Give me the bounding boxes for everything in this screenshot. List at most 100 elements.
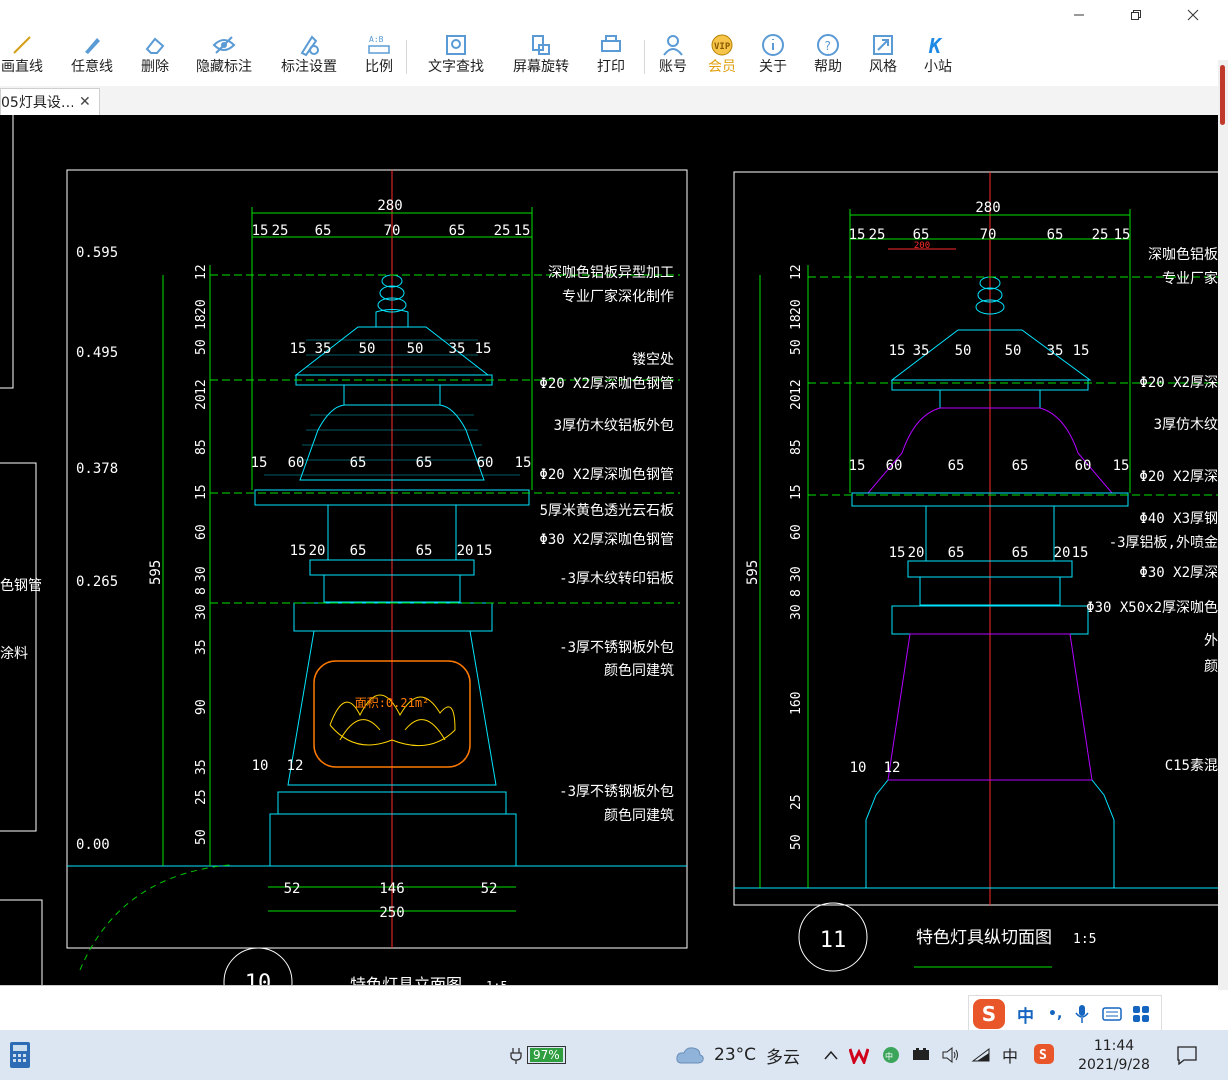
clock-time: 11:44 — [1093, 1037, 1135, 1054]
note-label: 3厚仿木纹 — [1154, 417, 1218, 433]
dim-label: 20 — [457, 543, 474, 559]
taskbar: 97% 23°C 多云 中 中 S 11:44 2021/9/28 — [0, 1030, 1228, 1080]
dim-label: 50 — [1005, 343, 1022, 359]
toolbar-separator — [406, 40, 407, 74]
toolbar-button-info[interactable]: 关于 — [743, 32, 803, 84]
toolbar-label: 账号 — [659, 59, 687, 75]
toolbar-label: 屏幕旋转 — [513, 59, 569, 75]
dim-label: 30 — [194, 604, 209, 620]
dim-label: 15 — [515, 455, 532, 471]
dim-label: 146 — [379, 881, 404, 897]
ime-lang-toggle[interactable]: 中 — [1017, 1002, 1034, 1027]
vertical-scrollbar[interactable] — [1218, 60, 1228, 990]
toolbar-button-help[interactable]: ? 帮助 — [798, 32, 858, 84]
notification-button[interactable] — [1172, 1042, 1202, 1068]
toolbar-label: 关于 — [759, 59, 787, 75]
toolbar-button-style[interactable]: 风格 — [853, 32, 913, 84]
toolbar-button-eye-hide[interactable]: 隐藏标注 — [194, 32, 254, 84]
dim-label: 50 — [359, 341, 376, 357]
toolbar-button-annotation-settings[interactable]: 标注设置 — [279, 32, 339, 84]
minimize-button[interactable] — [1056, 0, 1102, 30]
toolbar-button-k[interactable]: K 小站 — [908, 32, 968, 84]
toolbar-button-text-search[interactable]: 文字查找 — [426, 32, 486, 84]
toolbar-label: 画直线 — [1, 59, 43, 75]
dim-label: 20 — [1054, 545, 1071, 561]
restore-button[interactable] — [1113, 0, 1159, 30]
note-label: 3厚仿木纹铝板外包 — [554, 418, 674, 434]
device-tray-button[interactable] — [910, 1044, 932, 1066]
restore-icon — [1131, 10, 1141, 20]
dim-label: 50 — [194, 829, 209, 845]
dim-label: 50 — [407, 341, 424, 357]
dim-label: 65 — [416, 543, 433, 559]
toolbar-button-eraser[interactable]: 删除 — [125, 32, 185, 84]
mic-icon[interactable] — [1074, 1004, 1090, 1024]
wifi-button[interactable] — [970, 1044, 992, 1066]
toolbar-label: 比例 — [365, 59, 393, 75]
dim-label: 12 — [884, 760, 901, 776]
note-label: 专业厂家深化制作 — [562, 288, 674, 305]
show-hidden-icons-button[interactable] — [822, 1044, 840, 1066]
dim-label: 52 — [481, 881, 498, 897]
area-label: 面积:0.21m² — [355, 696, 430, 710]
close-window-button[interactable] — [1170, 0, 1216, 30]
dim-label: 35 — [1047, 343, 1064, 359]
input-language-button[interactable]: 中 — [998, 1044, 1022, 1066]
tab-strip: 05灯具设… ✕ — [0, 86, 1228, 116]
note-label: 外 — [1204, 633, 1218, 649]
dim-label: 35 — [449, 341, 466, 357]
svg-text:K: K — [928, 34, 943, 57]
dim-label: 15 — [1114, 227, 1131, 243]
dim-label: 15 — [476, 543, 493, 559]
dim-label: 65 — [948, 545, 965, 561]
grid-icon[interactable] — [1132, 1005, 1150, 1023]
drawing-canvas[interactable]: 280 15 25 65 70 65 25 15 0.595 0.495 0.378 0.265 0.0… — [0, 115, 1218, 985]
svg-text:VIP: VIP — [714, 42, 731, 52]
network-tray-button[interactable]: 中 — [880, 1044, 902, 1066]
dim-label: 90 — [194, 699, 209, 715]
level-label: 0.00 — [76, 837, 110, 853]
toolbar-label: 任意线 — [71, 59, 113, 75]
dim-label: 25 — [1092, 227, 1109, 243]
note-label: -3厚木纹转印铝板 — [559, 571, 674, 587]
sogou-logo-icon[interactable]: S — [973, 999, 1005, 1029]
calculator-app-button[interactable] — [6, 1038, 34, 1072]
dim-label: 25 — [194, 789, 209, 805]
detail-number: 10 — [245, 971, 272, 985]
ime-punct-toggle[interactable]: •, — [1048, 1006, 1062, 1022]
dim-label: 30 — [789, 604, 804, 620]
tab-close-icon[interactable]: ✕ — [79, 94, 91, 110]
toolbar-button-line[interactable]: 画直线 — [0, 32, 52, 84]
dim-label: 85 — [789, 439, 804, 455]
note-label: 颜 — [1204, 659, 1218, 675]
toolbar-label: 帮助 — [814, 59, 842, 75]
level-label: 0.495 — [76, 345, 118, 361]
note-label: Φ30 X50x2厚深咖色 — [1086, 599, 1218, 616]
volume-button[interactable] — [940, 1044, 962, 1066]
toolbar-button-printer[interactable]: 打印 — [581, 32, 641, 84]
dim-label: 65 — [1012, 458, 1029, 474]
note-label: -3厚不锈钢板外包 — [559, 784, 674, 800]
toolbar-button-scale[interactable]: A:B 比例 — [349, 32, 409, 84]
svg-text:中: 中 — [885, 1051, 893, 1061]
toolbar-separator — [644, 40, 645, 74]
toolbar-button-rotate[interactable]: 屏幕旋转 — [511, 32, 571, 84]
weather-widget[interactable]: 23°C 多云 — [676, 1040, 800, 1070]
note-label: Φ20 X2厚深 — [1139, 375, 1218, 391]
scale-icon: A:B — [368, 35, 390, 54]
sogou-tray-button[interactable]: S — [1032, 1042, 1056, 1066]
document-tab[interactable]: 05灯具设… ✕ — [0, 88, 100, 115]
dim-label: 70 — [384, 223, 401, 239]
dim-label: 15 — [889, 545, 906, 561]
scrollbar-thumb[interactable] — [1220, 65, 1225, 125]
wps-tray-button[interactable] — [848, 1044, 870, 1066]
battery-icon: 97% — [527, 1046, 566, 1064]
dim-label: 200 — [914, 241, 930, 251]
dim-label: 35 — [913, 343, 930, 359]
toolbar-button-pen[interactable]: 任意线 — [62, 32, 122, 84]
clock[interactable]: 11:44 2021/9/28 — [1068, 1033, 1160, 1077]
keyboard-icon[interactable] — [1102, 1006, 1123, 1022]
battery-indicator[interactable]: 97% — [508, 1042, 566, 1068]
input-language-label: 中 — [1001, 1047, 1018, 1066]
level-label: 0.378 — [76, 461, 118, 477]
